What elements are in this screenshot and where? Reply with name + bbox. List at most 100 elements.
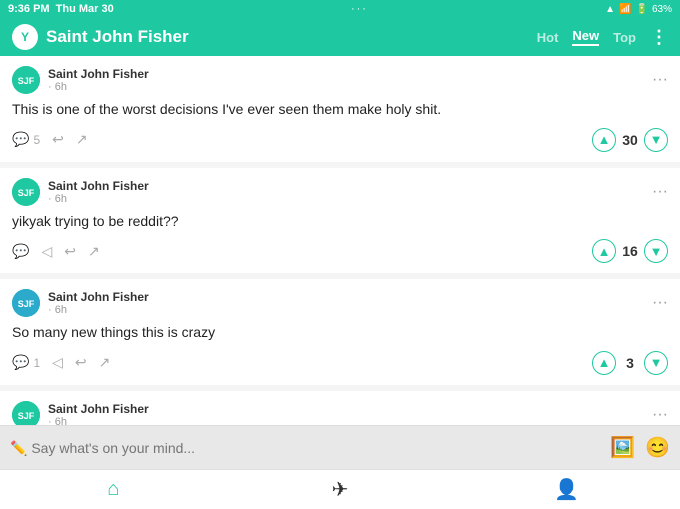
profile-icon: 👤	[554, 477, 579, 502]
vote-count: 3	[620, 355, 640, 371]
repost-icon: ↩	[64, 243, 76, 260]
post-actions: 💬 1 ◁ ↩ ↗ ▲ 3 ▼	[12, 351, 668, 375]
wifi-icon: ▲	[605, 4, 615, 15]
post-item: SJF Saint John Fisher · 6h ··· This is o…	[0, 56, 680, 162]
post-more-icon[interactable]: ···	[652, 71, 668, 89]
post-more-icon[interactable]: ···	[652, 406, 668, 424]
svg-text:SJF: SJF	[18, 299, 35, 309]
post-header: SJF Saint John Fisher · 6h ···	[12, 66, 668, 94]
vote-area: ▲ 16 ▼	[592, 239, 668, 263]
post-author-name: Saint John Fisher	[48, 179, 149, 193]
repost-button[interactable]: ↩	[52, 131, 64, 148]
signal-icon: 📶	[619, 4, 631, 15]
compose-input[interactable]	[10, 440, 602, 456]
battery-icon: 🔋	[636, 4, 648, 15]
comment-button[interactable]: 💬	[12, 243, 29, 260]
bookmark-icon: ◁	[41, 243, 52, 260]
svg-text:SJF: SJF	[18, 411, 35, 421]
avatar: SJF	[12, 66, 40, 94]
comment-icon: 💬	[12, 131, 29, 148]
post-author-name: Saint John Fisher	[48, 402, 149, 416]
comment-button[interactable]: 💬 5	[12, 131, 40, 148]
header-left: Y Saint John Fisher	[12, 24, 189, 50]
downvote-button[interactable]: ▼	[644, 351, 668, 375]
svg-text:SJF: SJF	[18, 188, 35, 198]
comment-count: 1	[33, 356, 40, 370]
image-icon[interactable]: 🖼️	[610, 435, 635, 460]
tab-top[interactable]: Top	[613, 30, 636, 45]
home-icon: ⌂	[107, 478, 119, 501]
header-tabs: Hot New Top ⋮	[537, 27, 668, 48]
post-actions-left: 💬 5 ↩ ↗	[12, 131, 88, 148]
send-icon: ✈	[332, 477, 349, 502]
compose-icons: 🖼️ 😊	[610, 435, 670, 460]
upvote-button[interactable]: ▲	[592, 239, 616, 263]
post-content: So many new things this is crazy	[12, 323, 668, 343]
post-timestamp: · 6h	[48, 416, 149, 425]
post-author-info: SJF Saint John Fisher · 6h	[12, 66, 149, 94]
post-actions: 💬 5 ↩ ↗ ▲ 30 ▼	[12, 128, 668, 152]
svg-text:SJF: SJF	[18, 76, 35, 86]
tab-hot[interactable]: Hot	[537, 30, 559, 45]
post-author-name: Saint John Fisher	[48, 67, 149, 81]
post-more-icon[interactable]: ···	[652, 294, 668, 312]
post-actions-left: 💬 1 ◁ ↩ ↗	[12, 354, 110, 371]
comment-icon: 💬	[12, 243, 29, 260]
downvote-button[interactable]: ▼	[644, 128, 668, 152]
post-timestamp: · 6h	[48, 304, 149, 316]
post-meta: Saint John Fisher · 6h	[48, 67, 149, 93]
post-header: SJF Saint John Fisher · 6h ···	[12, 401, 668, 425]
share-button[interactable]: ↗	[99, 354, 111, 371]
post-actions-left: 💬 ◁ ↩ ↗	[12, 243, 100, 260]
logo-icon: Y	[21, 30, 29, 44]
repost-button[interactable]: ↩	[64, 243, 76, 260]
bottom-navigation: ⌂ ✈ 👤	[0, 469, 680, 509]
post-feed: SJF Saint John Fisher · 6h ··· This is o…	[0, 56, 680, 425]
vote-count: 16	[620, 243, 640, 259]
post-header: SJF Saint John Fisher · 6h ···	[12, 178, 668, 206]
nav-profile[interactable]: 👤	[453, 470, 680, 509]
nav-messages[interactable]: ✈	[227, 470, 454, 509]
downvote-button[interactable]: ▼	[644, 239, 668, 263]
post-item: SJF Saint John Fisher · 6h ··· Hmmm no I…	[0, 391, 680, 425]
post-content: This is one of the worst decisions I've …	[12, 100, 668, 120]
vote-area: ▲ 30 ▼	[592, 128, 668, 152]
repost-icon: ↩	[75, 354, 87, 371]
post-author-info: SJF Saint John Fisher · 6h	[12, 178, 149, 206]
app-header: Y Saint John Fisher Hot New Top ⋮	[0, 18, 680, 56]
bookmark-button[interactable]: ◁	[52, 354, 63, 371]
nav-home[interactable]: ⌂	[0, 470, 227, 509]
comment-button[interactable]: 💬 1	[12, 354, 40, 371]
post-author-info: SJF Saint John Fisher · 6h	[12, 289, 149, 317]
post-meta: Saint John Fisher · 6h	[48, 179, 149, 205]
bookmark-button[interactable]: ◁	[41, 243, 52, 260]
upvote-button[interactable]: ▲	[592, 351, 616, 375]
community-title: Saint John Fisher	[46, 27, 189, 47]
post-timestamp: · 6h	[48, 193, 149, 205]
post-timestamp: · 6h	[48, 81, 149, 93]
emoji-icon[interactable]: 😊	[645, 435, 670, 460]
post-header: SJF Saint John Fisher · 6h ···	[12, 289, 668, 317]
post-actions: 💬 ◁ ↩ ↗ ▲ 16 ▼	[12, 239, 668, 263]
status-time: 9:36 PM Thu Mar 30	[8, 3, 114, 15]
battery-level: 63%	[652, 4, 672, 15]
repost-button[interactable]: ↩	[75, 354, 87, 371]
post-item: SJF Saint John Fisher · 6h ··· So many n…	[0, 279, 680, 385]
tab-new[interactable]: New	[572, 28, 599, 46]
share-icon: ↗	[76, 131, 88, 148]
avatar: SJF	[12, 178, 40, 206]
post-meta: Saint John Fisher · 6h	[48, 402, 149, 425]
status-bar: 9:36 PM Thu Mar 30 ··· ▲ 📶 🔋 63%	[0, 0, 680, 18]
post-more-icon[interactable]: ···	[652, 183, 668, 201]
vote-count: 30	[620, 132, 640, 148]
bookmark-icon: ◁	[52, 354, 63, 371]
app-logo: Y	[12, 24, 38, 50]
share-icon: ↗	[99, 354, 111, 371]
compose-bar: 🖼️ 😊	[0, 425, 680, 469]
share-button[interactable]: ↗	[76, 131, 88, 148]
avatar: SJF	[12, 401, 40, 425]
upvote-button[interactable]: ▲	[592, 128, 616, 152]
more-options-icon[interactable]: ⋮	[650, 27, 668, 48]
post-author-name: Saint John Fisher	[48, 290, 149, 304]
share-button[interactable]: ↗	[88, 243, 100, 260]
